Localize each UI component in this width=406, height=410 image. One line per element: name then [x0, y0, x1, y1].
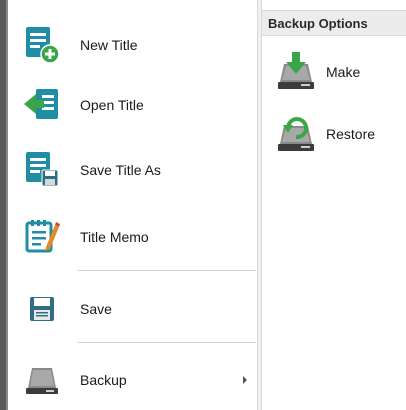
menu-item-save[interactable]: Save [8, 279, 257, 339]
submenu-item-label: Make [326, 64, 361, 80]
make-backup-icon [274, 50, 318, 94]
open-title-icon [22, 85, 62, 125]
menu-item-save-title-as[interactable]: Save Title As [8, 140, 257, 200]
menu-separator [78, 342, 256, 343]
submenu-item-make[interactable]: Make [262, 44, 406, 100]
menu-item-label: Open Title [80, 97, 144, 113]
panel-header: Backup Options [262, 10, 406, 36]
menu-item-backup[interactable]: Backup [8, 350, 257, 410]
submenu-item-label: Restore [326, 126, 376, 142]
file-menu-window: New Title Open Title Save Title As Title… [0, 0, 406, 410]
menu-item-title-memo[interactable]: Title Memo [8, 207, 257, 267]
menu-item-open-title[interactable]: Open Title [8, 75, 257, 135]
save-icon [22, 289, 62, 329]
new-title-icon [22, 25, 62, 65]
submenu-item-restore[interactable]: Restore [262, 106, 406, 162]
restore-backup-icon [274, 112, 318, 156]
title-memo-icon [22, 217, 62, 257]
menu-item-label: Save Title As [80, 162, 161, 178]
menu-item-label: Save [80, 301, 112, 317]
menu-item-label: Title Memo [80, 229, 149, 245]
backup-drive-icon [22, 360, 62, 400]
menu-separator [78, 270, 256, 271]
file-menu: New Title Open Title Save Title As Title… [8, 0, 257, 410]
left-edge-strip [0, 0, 8, 410]
submenu-arrow-icon [243, 376, 247, 384]
menu-item-new-title[interactable]: New Title [8, 15, 257, 75]
menu-item-label: Backup [80, 372, 127, 388]
menu-item-label: New Title [80, 37, 138, 53]
backup-options-panel: Backup Options Make Restore [262, 0, 406, 410]
save-title-as-icon [22, 150, 62, 190]
